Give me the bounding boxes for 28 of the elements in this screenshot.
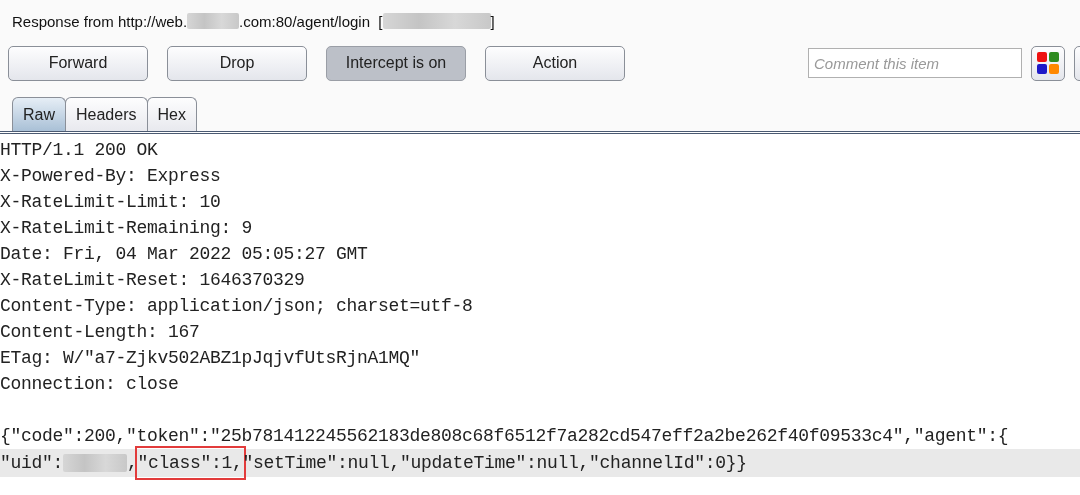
code-line: ETag: W/"a7-Zjkv502ABZ1pJqjvfUtsRjnA1MQ" (0, 347, 422, 370)
tab[interactable]: Hex (146, 97, 197, 131)
comment-field[interactable]: Comment this item (808, 48, 1022, 78)
code-line: X-RateLimit-Limit: 10 (0, 191, 222, 214)
toolbar-button[interactable]: Intercept is on (326, 45, 466, 81)
code-text: "uid": (0, 452, 63, 475)
code-line: Date: Fri, 04 Mar 2022 05:05:27 GMT (0, 243, 369, 266)
color-grid-icon[interactable] (1031, 45, 1065, 81)
toolbar-button[interactable]: Drop (167, 45, 307, 81)
tab[interactable]: Headers (65, 97, 148, 131)
code-text: , (127, 452, 138, 475)
toolbar-button[interactable]: Action (485, 45, 625, 81)
tab[interactable]: Raw (12, 97, 66, 131)
redacted-text (63, 454, 127, 472)
redacted-text (187, 13, 240, 29)
code-line: HTTP/1.1 200 OK (0, 139, 159, 162)
code-line: X-RateLimit-Reset: 1646370329 (0, 269, 306, 292)
code-line: Connection: close (0, 373, 180, 396)
window-title: ] (490, 12, 495, 30)
code-line: X-RateLimit-Remaining: 9 (0, 217, 254, 240)
window-title: .com:80/agent/login [ (239, 12, 383, 30)
code-line: {"code":200,"token":"25b781412245562183de808c68f6512f7a282cd547eff2a2be262f40f09533c4","agent":{ (0, 425, 1010, 448)
window-title: Response from http://web. (12, 12, 188, 30)
code-line: Content-Length: 167 (0, 321, 201, 344)
code-line: Content-Type: application/json; charset=utf-8 (0, 295, 474, 318)
highlighted-code: "class":1, (137, 449, 243, 477)
toolbar-button[interactable]: Forward (8, 45, 148, 81)
code-line: X-Powered-By: Express (0, 165, 222, 188)
